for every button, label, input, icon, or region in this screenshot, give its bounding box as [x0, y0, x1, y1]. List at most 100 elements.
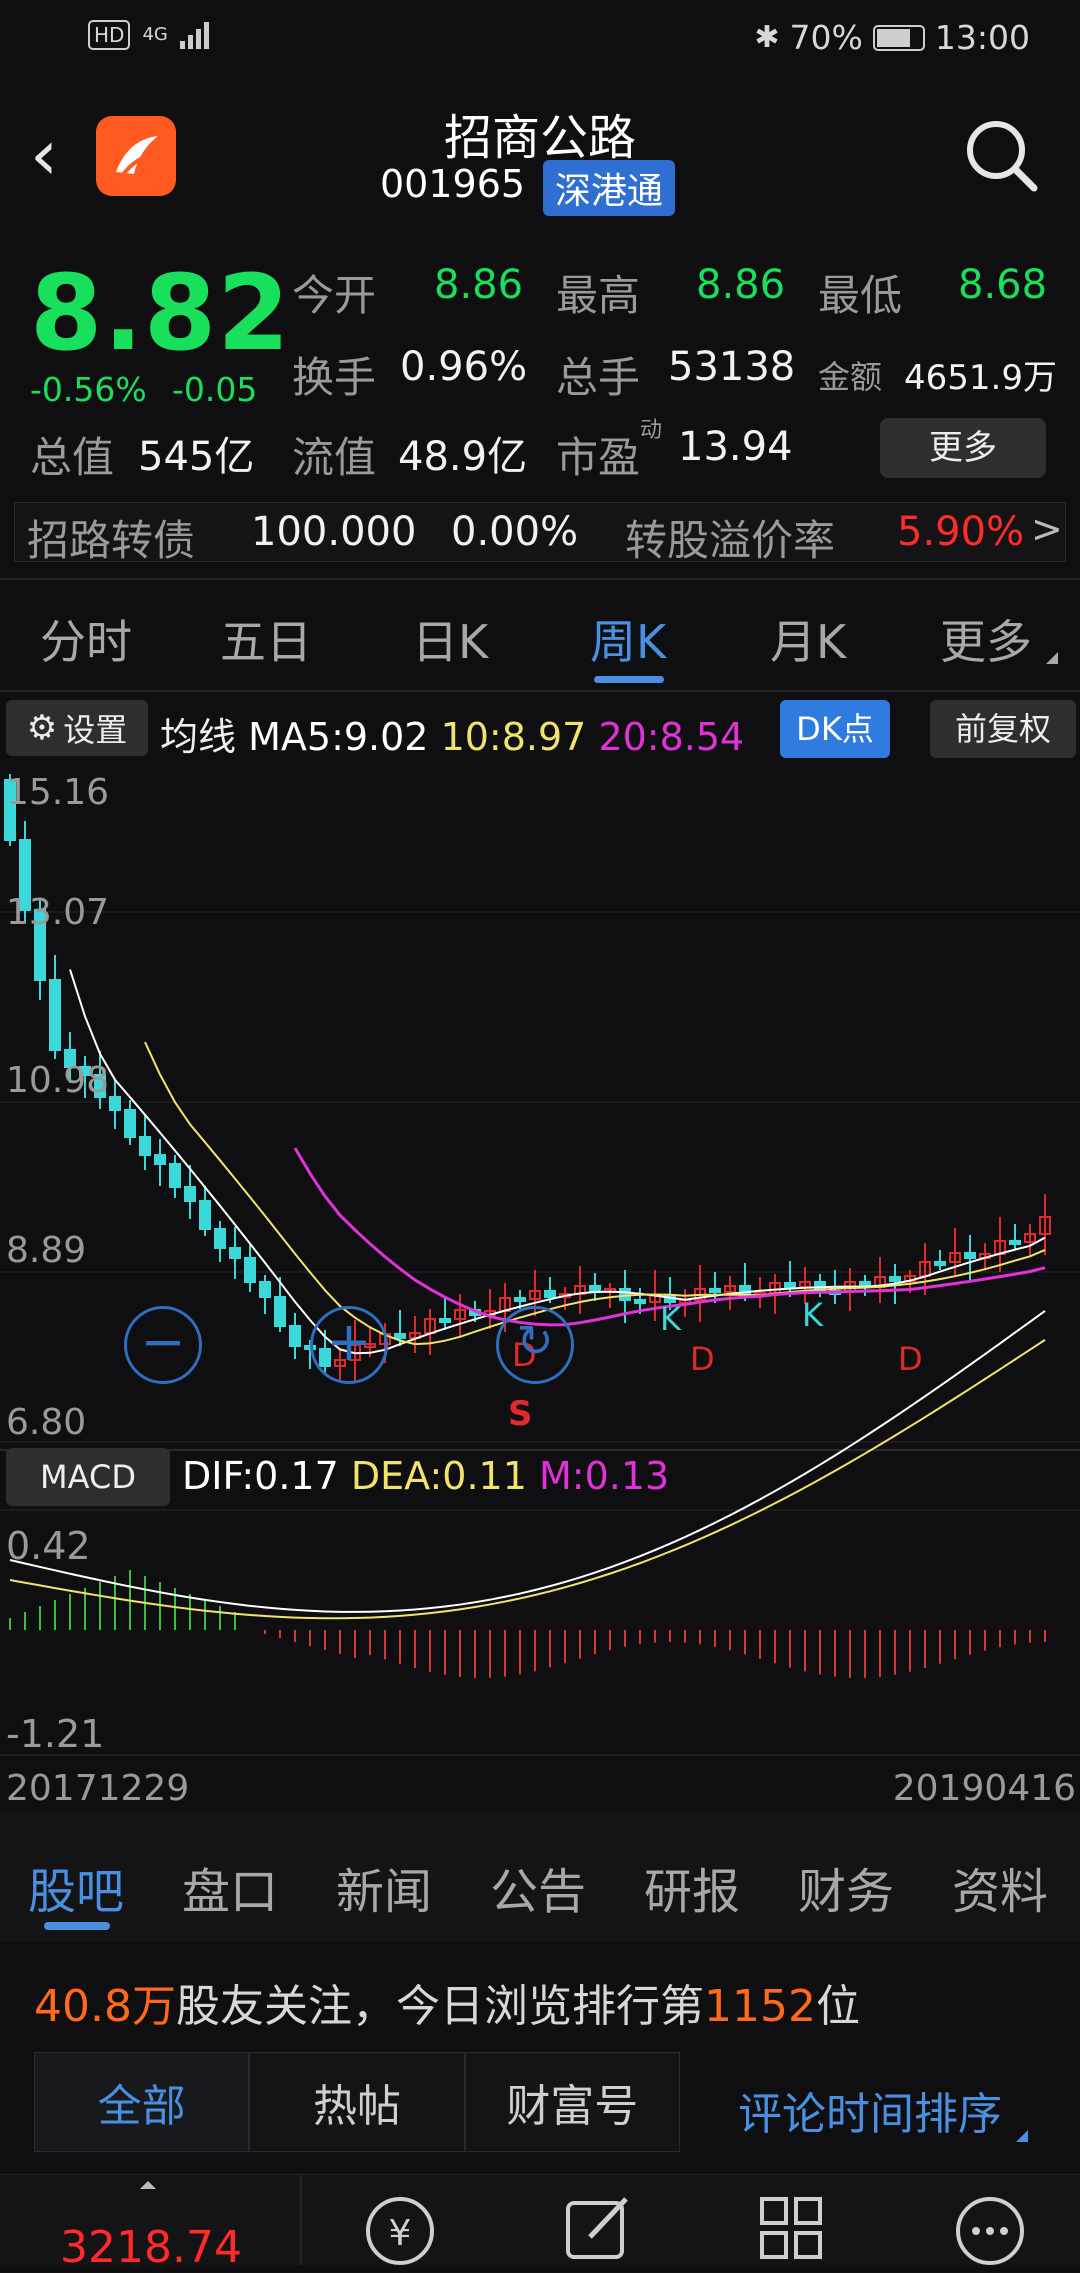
tab-announcements[interactable]: 公告: [490, 1852, 586, 1922]
rank-suffix: 位: [815, 1981, 860, 2032]
filter-fortune[interactable]: 财富号: [464, 2052, 680, 2152]
divider: [300, 2175, 302, 2265]
macd-tick-bottom: -1.21: [6, 1712, 105, 1756]
tab-monthly-k[interactable]: 月K: [770, 606, 846, 672]
filter-hot[interactable]: 热帖: [249, 2052, 465, 2152]
connect-badge: 深港通: [543, 160, 676, 216]
more-dots-icon[interactable]: [950, 2191, 1030, 2265]
ma-legend: 均线 MA5:9.02 10:8.97 20:8.54: [160, 706, 744, 761]
candle-body: [109, 1096, 121, 1111]
tab-profile[interactable]: 资料: [952, 1852, 1048, 1922]
clock: 13:00: [934, 18, 1030, 57]
search-icon[interactable]: [962, 116, 1042, 196]
low-label: 最低: [818, 271, 903, 320]
candle-body: [259, 1281, 271, 1298]
tab-news[interactable]: 新闻: [336, 1852, 432, 1922]
candle-body: [889, 1276, 901, 1282]
k-marker: K: [802, 1296, 823, 1334]
pe-value: 13.94: [678, 424, 793, 470]
svg-text:¥: ¥: [389, 2213, 412, 2254]
premium-label: 转股溢价率: [625, 516, 836, 565]
more-button[interactable]: 更多: [880, 418, 1046, 478]
sort-dropdown[interactable]: 评论时间排序: [738, 2078, 1028, 2142]
d-marker: D: [898, 1340, 923, 1378]
candle-body: [439, 1318, 451, 1323]
dif-value: DIF:0.17: [182, 1454, 339, 1498]
high-value: 8.86: [696, 262, 786, 308]
trade-icon[interactable]: ¥: [360, 2191, 440, 2265]
convertible-bond-bar[interactable]: 招路转债 100.000 0.00% 转股溢价率 5.90% >: [14, 502, 1066, 565]
volume-value: 53138: [668, 344, 796, 390]
candle-body: [634, 1299, 646, 1304]
stock-code: 001965: [380, 162, 526, 206]
period-tabs: 分时 五日 日K 周K 月K 更多: [0, 596, 1080, 686]
community-summary: 40.8万股友关注，今日浏览排行第1152位: [34, 1970, 860, 2034]
active-tab-indicator: [44, 1922, 110, 1930]
tab-more[interactable]: 更多: [940, 606, 1032, 672]
ma5-line: [69, 969, 1046, 1355]
candle-body: [244, 1257, 256, 1283]
price-tick-6-80: 6.80: [6, 1402, 87, 1443]
tab-forum[interactable]: 股吧: [28, 1852, 124, 1922]
edit-icon[interactable]: [560, 2191, 634, 2265]
macd-button[interactable]: MACD: [6, 1448, 170, 1506]
candle-body: [139, 1136, 151, 1156]
start-date: 20171229: [6, 1768, 190, 1809]
candle-body: [229, 1247, 241, 1259]
m-value: M:0.13: [539, 1454, 670, 1498]
pe-label: 市盈: [556, 433, 641, 482]
pe-superscript: 动: [640, 418, 663, 443]
hd-badge: HD: [88, 20, 131, 50]
zoom-out-button[interactable]: −: [124, 1306, 202, 1384]
gear-icon: ⚙: [26, 708, 58, 748]
bond-price: 100.000: [251, 509, 417, 555]
float-value: 48.9亿: [398, 434, 528, 480]
tab-orderbook[interactable]: 盘口: [182, 1852, 278, 1922]
rank-value: 1152: [703, 1981, 816, 2032]
bond-name: 招路转债: [27, 516, 196, 565]
turnover-value: 0.96%: [400, 344, 528, 390]
candle-body: [184, 1186, 196, 1202]
dk-point-button[interactable]: DK点: [780, 700, 890, 758]
tab-minute[interactable]: 分时: [40, 606, 132, 672]
settings-button[interactable]: ⚙ 设置: [6, 700, 148, 756]
candle-body: [199, 1200, 211, 1230]
forward-adjust-button[interactable]: 前复权: [930, 700, 1076, 758]
mktcap-value: 545亿: [138, 434, 255, 480]
candle-body: [49, 979, 61, 1051]
candle-body: [289, 1325, 301, 1347]
premium-value: 5.90%: [897, 509, 1025, 555]
divider: [0, 578, 1080, 580]
network-type: 4G: [142, 24, 168, 45]
price-tick-13-07: 13.07: [6, 892, 110, 933]
zoom-in-button[interactable]: +: [310, 1306, 388, 1384]
open-value: 8.86: [434, 262, 524, 308]
tab-daily-k[interactable]: 日K: [412, 606, 488, 672]
filter-all[interactable]: 全部: [34, 2052, 250, 2152]
index-value[interactable]: 3218.74: [60, 2222, 242, 2273]
tab-research[interactable]: 研报: [644, 1852, 740, 1922]
bluetooth-icon: ✱: [754, 20, 780, 55]
battery-percent: 70%: [789, 18, 863, 57]
status-bar: HD 4G ✱ 70% 13:00: [0, 0, 1080, 80]
kline-chart[interactable]: [0, 760, 1080, 1810]
change-percent: -0.56%: [30, 370, 147, 409]
float-label: 流值: [292, 433, 377, 482]
candle-body: [394, 1333, 406, 1339]
ma5-value: MA5:9.02: [248, 715, 429, 759]
candle-body: [784, 1282, 796, 1288]
tab-weekly-k[interactable]: 周K: [590, 606, 666, 672]
divider: [0, 690, 1080, 692]
tab-five-day[interactable]: 五日: [220, 606, 312, 672]
signal-icon: [179, 21, 209, 49]
info-tabs: 股吧 盘口 新闻 公告 研报 财务 资料: [0, 1812, 1080, 1942]
reset-button[interactable]: ↻: [496, 1306, 574, 1384]
grid-icon[interactable]: [754, 2191, 828, 2265]
amount-label: 金额: [818, 358, 883, 396]
tab-finance[interactable]: 财务: [798, 1852, 894, 1922]
mktcap-label: 总值: [30, 433, 115, 482]
macd-legend: DIF:0.17 DEA:0.11 M:0.13: [182, 1454, 669, 1498]
dea-value: DEA:0.11: [350, 1454, 527, 1498]
low-value: 8.68: [958, 262, 1048, 308]
high-label: 最高: [556, 271, 641, 320]
